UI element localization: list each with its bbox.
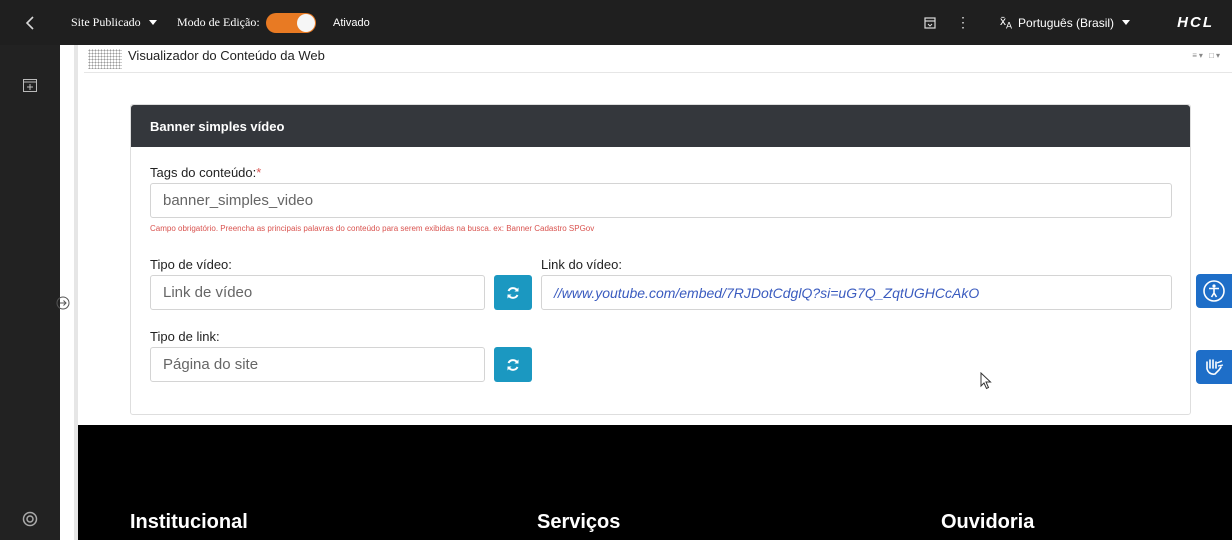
help-button[interactable] <box>0 511 60 527</box>
tags-input[interactable]: banner_simples_video <box>150 183 1172 218</box>
more-options-button[interactable]: ⋮ <box>955 0 971 45</box>
link-type-value: Página do site <box>163 356 259 373</box>
tags-hint: Campo obrigatório. Preencha as principai… <box>150 224 595 233</box>
accessibility-icon <box>1203 280 1225 302</box>
page-layout-icon <box>924 16 936 29</box>
site-footer: Institucional Serviços Ouvidoria <box>78 425 1232 540</box>
add-panel-button[interactable] <box>0 79 60 92</box>
site-status-dropdown[interactable]: Site Publicado <box>71 0 157 45</box>
chevron-down-icon <box>1122 20 1131 25</box>
link-type-label: Tipo de link: <box>150 329 220 344</box>
drag-handle[interactable] <box>88 49 122 69</box>
portlet-header: Visualizador do Conteúdo da Web ≡▾ □▾ <box>84 45 1232 73</box>
footer-institucional[interactable]: Institucional <box>130 511 248 534</box>
video-link-value: //www.youtube.com/embed/7RJDotCdglQ?si=u… <box>554 284 980 301</box>
lifebuoy-icon <box>22 511 38 527</box>
chevron-left-icon <box>25 15 34 30</box>
back-button[interactable] <box>0 0 60 45</box>
accessibility-button[interactable] <box>1196 274 1232 308</box>
portlet-menu-button[interactable]: ≡▾ □▾ <box>1192 51 1222 60</box>
tags-input-value: banner_simples_video <box>163 192 314 209</box>
video-link-label: Link do vídeo: <box>541 257 622 272</box>
toggle-switch[interactable] <box>266 12 316 33</box>
video-type-field[interactable]: Link de vídeo <box>150 275 485 310</box>
chevron-down-icon <box>148 20 157 25</box>
edit-mode-state: Ativado <box>333 16 370 29</box>
hcl-logo: HCL <box>1177 14 1214 31</box>
sign-language-button[interactable] <box>1196 350 1232 384</box>
sign-language-icon <box>1206 359 1224 375</box>
card-title: Banner simples vídeo <box>131 105 1190 147</box>
video-type-refresh-button[interactable] <box>494 275 532 310</box>
language-selector[interactable]: x̄A Português (Brasil) <box>1000 0 1131 45</box>
more-vertical-icon: ⋮ <box>956 14 970 30</box>
video-type-value: Link de vídeo <box>163 284 253 301</box>
edit-mode-label: Modo de Edição: <box>177 15 260 29</box>
required-marker: * <box>256 165 262 180</box>
tags-label-text: Tags do conteúdo: <box>150 165 257 180</box>
tags-label: Tags do conteúdo:* <box>150 165 261 180</box>
mouse-cursor-icon <box>980 372 992 390</box>
site-status-label: Site Publicado <box>71 15 141 29</box>
link-type-field[interactable]: Página do site <box>150 347 485 382</box>
edit-mode-toggle[interactable] <box>258 0 316 45</box>
toggle-knob <box>297 13 315 32</box>
page-layout-button[interactable] <box>920 0 940 45</box>
link-type-refresh-button[interactable] <box>494 347 532 382</box>
refresh-icon <box>507 358 519 371</box>
language-label: Português (Brasil) <box>1018 15 1115 30</box>
footer-servicos[interactable]: Serviços <box>537 511 620 534</box>
translate-icon: x̄A <box>1000 14 1013 31</box>
top-toolbar: Site Publicado Modo de Edição: Ativado ⋮… <box>0 0 1232 45</box>
content-card: Banner simples vídeo Tags do conteúdo:* … <box>130 104 1191 415</box>
video-link-input[interactable]: //www.youtube.com/embed/7RJDotCdglQ?si=u… <box>541 275 1172 310</box>
video-type-label: Tipo de vídeo: <box>150 257 232 272</box>
footer-ouvidoria[interactable]: Ouvidoria <box>941 511 1034 534</box>
portlet-title: Visualizador do Conteúdo da Web <box>128 48 325 63</box>
refresh-icon <box>507 286 519 299</box>
add-panel-icon <box>23 79 37 92</box>
arrow-right-circle-icon <box>56 296 70 310</box>
expand-panel-button[interactable] <box>56 296 70 310</box>
left-rail <box>0 45 60 540</box>
